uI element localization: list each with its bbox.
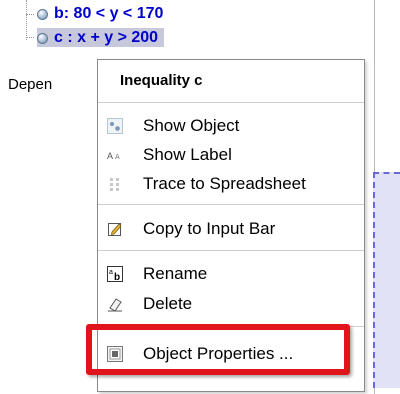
show-label-icon: A A (107, 147, 123, 163)
visibility-toggle-icon[interactable] (37, 33, 48, 44)
svg-text:b: b (114, 272, 120, 282)
menu-item-show-label[interactable]: A A Show Label (98, 142, 364, 168)
tree-connector (26, 37, 34, 38)
menu-item-label: Delete (143, 294, 193, 313)
visibility-toggle-icon[interactable] (37, 8, 48, 20)
algebra-item-b-text: b: 80 < y < 170 (54, 5, 164, 22)
menu-item-label: Copy to Input Bar (143, 219, 276, 238)
algebra-item-c[interactable]: c : x + y > 200 (37, 28, 165, 47)
menu-item-label: Rename (143, 264, 208, 283)
graphics-view-region-border (373, 172, 400, 174)
menu-item-delete[interactable]: Delete (98, 291, 364, 317)
menu-item-label: Show Object (143, 116, 240, 135)
menu-separator (98, 102, 364, 103)
highlight-annotation-box (86, 324, 350, 375)
menu-item-copy-to-input-bar[interactable]: Copy to Input Bar (98, 216, 364, 242)
algebra-item-c-text: c : x + y > 200 (54, 29, 159, 46)
menu-separator (98, 204, 364, 205)
delete-icon (107, 296, 123, 312)
copy-input-bar-icon (107, 221, 123, 237)
menu-item-label: Trace to Spreadsheet (143, 174, 306, 193)
menu-item-show-object[interactable]: Show Object (98, 113, 364, 139)
menu-item-rename[interactable]: a b Rename (98, 261, 364, 287)
dependent-objects-header[interactable]: Depen (8, 76, 52, 93)
svg-text:a: a (109, 269, 113, 276)
tree-connector (26, 0, 27, 40)
trace-spreadsheet-icon (107, 176, 123, 192)
graphics-view-region (373, 172, 400, 388)
tree-connector (26, 14, 34, 15)
context-menu-title: Inequality c (120, 72, 203, 89)
algebra-item-b[interactable]: b: 80 < y < 170 (37, 4, 163, 24)
svg-text:A: A (107, 151, 113, 161)
rename-icon: a b (107, 266, 123, 282)
svg-text:A: A (115, 154, 120, 161)
menu-item-label: Show Label (143, 145, 232, 164)
show-object-icon (107, 118, 123, 134)
menu-item-trace-to-spreadsheet[interactable]: Trace to Spreadsheet (98, 171, 364, 197)
menu-separator (98, 250, 364, 251)
